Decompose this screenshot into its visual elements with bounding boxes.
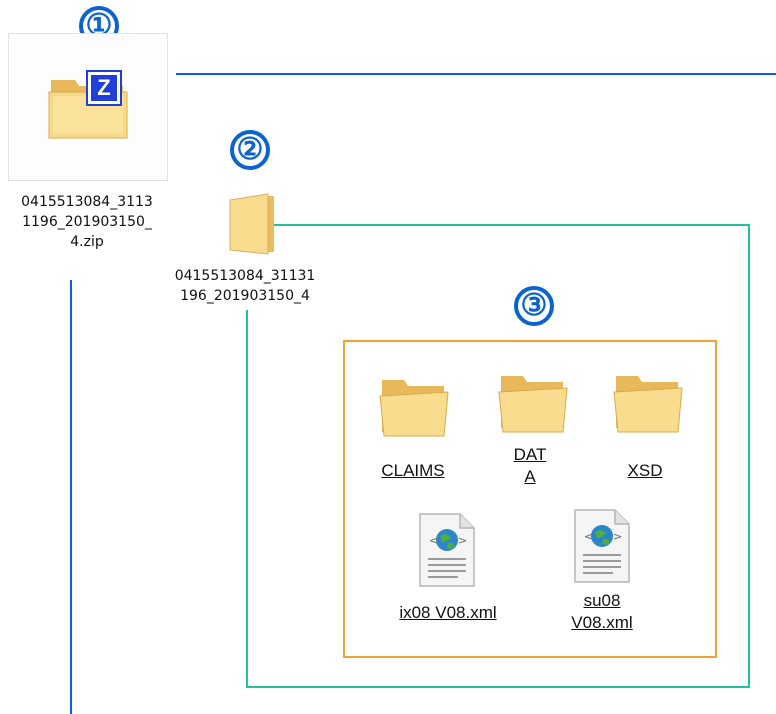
svg-text:<: < [584, 530, 593, 543]
marker-2: ② [230, 130, 270, 170]
file-link-su08[interactable]: su08 V08.xml [550, 590, 654, 634]
file-link-ix08[interactable]: ix08 V08.xml [376, 602, 520, 624]
extracted-folder-name: 0415513084_31131 196_201903150_4 [174, 268, 316, 304]
folder-icon[interactable] [226, 192, 288, 256]
zip-file-name: 0415513084_3113 1196_201903150_ 4.zip [21, 194, 153, 250]
folder-link-data[interactable]: DAT A [490, 444, 570, 488]
folder-icon[interactable] [378, 372, 450, 440]
connector-line-zip-vertical [70, 280, 72, 714]
svg-text:>: > [613, 530, 622, 543]
extracted-folder-bracket-left [246, 310, 248, 688]
folder-icon[interactable] [497, 368, 569, 436]
folder-link-claims[interactable]: CLAIMS [358, 460, 468, 482]
folder-icon[interactable] [612, 368, 684, 436]
folder-link-xsd[interactable]: XSD [600, 460, 690, 482]
zip-badge-letter: Z [97, 75, 111, 100]
marker-3: ③ [514, 286, 554, 326]
svg-text:>: > [458, 534, 467, 547]
svg-text:<: < [429, 534, 438, 547]
connector-line-zip-horizontal [176, 73, 776, 75]
xml-file-icon[interactable]: < > [416, 512, 478, 588]
xml-file-icon[interactable]: < > [571, 508, 633, 584]
zip-badge: Z [86, 70, 122, 106]
